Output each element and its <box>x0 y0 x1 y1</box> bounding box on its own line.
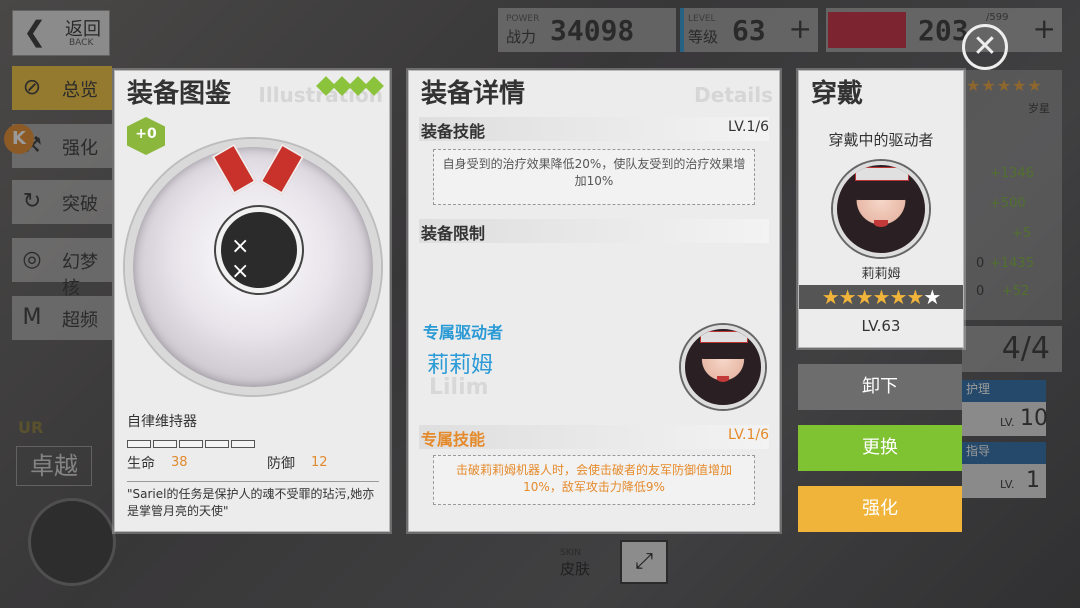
limit-title: 装备限制 <box>421 224 486 243</box>
wear-subtitle: 穿戴中的驱动者 <box>828 131 934 149</box>
exclusive-skill-header: 专属技能 LV.1/6 <box>419 425 769 449</box>
exclusive-skill-level: LV.1/6 <box>727 427 769 443</box>
equipment-quote: "Sariel的任务是保护人的魂不受罪的玷污,她亦是掌管月亮的天使" <box>127 481 379 520</box>
hp-label: 生命 <box>127 456 155 472</box>
illustration-title: 装备图鉴 <box>127 79 232 109</box>
wear-panel: 穿戴 穿戴中的驱动者 莉莉姆 ★★★★★★★ LV.63 <box>798 70 964 348</box>
skill-description: 自身受到的治疗效果降低20%，使队友受到的治疗效果增加10% <box>433 149 755 205</box>
def-label: 防御 <box>267 456 295 472</box>
star-bars <box>127 433 257 452</box>
wearing-driver-name: 莉莉姆 <box>861 267 901 282</box>
details-panel: 装备详情 Details 装备技能 LV.1/6 自身受到的治疗效果降低20%，… <box>408 70 780 532</box>
details-title: 装备详情 <box>421 79 526 109</box>
enhance-button[interactable]: 强化 <box>798 486 962 532</box>
driver-stars: ★★★★★★★ <box>799 285 963 309</box>
equipment-name: 自律维持器 <box>127 414 197 430</box>
exclusive-driver-en: Lilim <box>429 375 489 400</box>
wearing-driver-level: LV.63 <box>861 317 901 335</box>
skill-header: 装备技能 LV.1/6 <box>419 117 769 141</box>
equipment-image-frame: × × <box>125 139 381 395</box>
skill-title: 装备技能 <box>421 122 486 141</box>
right-horn <box>259 143 305 195</box>
exclusive-skill-title: 专属技能 <box>421 430 486 449</box>
def-value: 12 <box>311 455 328 470</box>
left-horn <box>211 143 257 195</box>
details-watermark: Details <box>694 83 773 107</box>
hp-value: 38 <box>171 455 188 470</box>
limit-header: 装备限制 <box>419 219 769 243</box>
skill-level: LV.1/6 <box>727 119 769 135</box>
unequip-button[interactable]: 卸下 <box>798 364 962 410</box>
exclusive-skill-description: 击破莉莉姆机器人时，会使击破者的友军防御值增加10%，敌军攻击力降低9% <box>433 455 755 505</box>
illustration-panel: 装备图鉴 Illustration +0 × × 自律维持器 生命 38 防御 … <box>114 70 390 532</box>
enhance-level-value: +0 <box>135 126 157 142</box>
replace-button[interactable]: 更换 <box>798 425 962 471</box>
enhance-level-badge: +0 <box>127 117 165 155</box>
wearing-driver-portrait[interactable] <box>833 161 929 257</box>
exclusive-driver-portrait[interactable] <box>681 325 765 409</box>
exclusive-driver-label: 专属驱动者 <box>423 323 504 342</box>
close-icon[interactable]: ✕ <box>962 24 1008 70</box>
wear-title: 穿戴 <box>811 79 864 109</box>
equipment-icon: × × <box>216 207 302 293</box>
